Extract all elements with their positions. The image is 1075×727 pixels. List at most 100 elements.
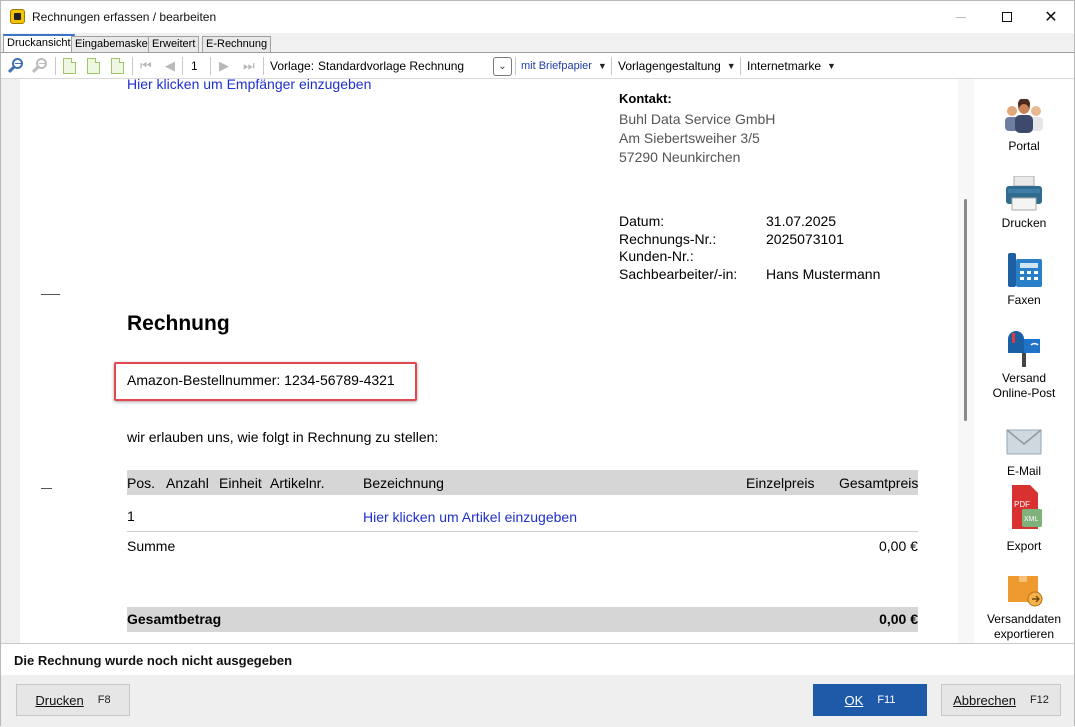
two-page-view-button[interactable]: [87, 56, 100, 76]
intro-text: wir erlauben uns, wie folgt in Rechnung …: [127, 429, 439, 445]
print-button[interactable]: Drucken F8: [16, 684, 130, 716]
meta-invoice-no-label: Rechnungs-Nr.:: [619, 231, 717, 247]
scrollbar-thumb[interactable]: [964, 199, 967, 421]
total-value: 0,00 €: [879, 611, 918, 627]
print-side-button[interactable]: Drucken: [974, 175, 1074, 230]
print-shortcut: F8: [97, 694, 111, 706]
template-label: Vorlage:: [270, 59, 315, 73]
export-label: Export: [1006, 539, 1042, 553]
vertical-scrollbar[interactable]: [958, 79, 974, 643]
col-einzelpreis: Einzelpreis: [746, 475, 815, 491]
contact-street: Am Siebertsweiher 3/5: [619, 130, 760, 146]
stamp-dropdown[interactable]: Internetmarke ▼: [747, 56, 836, 76]
shipping-export-button[interactable]: Versanddaten exportieren: [974, 572, 1074, 642]
minimize-icon: [956, 16, 966, 18]
invoice-page: Hier klicken um Empfänger einzugeben Kon…: [20, 79, 958, 643]
email-label: E-Mail: [1006, 464, 1041, 478]
zoom-out-button[interactable]: [7, 56, 25, 76]
sum-value: 0,00 €: [879, 538, 918, 554]
ok-button-label: OK: [844, 692, 864, 708]
printer-icon: [1004, 175, 1044, 212]
fax-icon: [1004, 253, 1044, 289]
template-select[interactable]: Standardvorlage Rechnung: [318, 56, 464, 76]
tab-bar: Druckansicht Eingabemaske Erweitert E-Re…: [1, 33, 1074, 53]
meta-customer-no-label: Kunden-Nr.:: [619, 248, 694, 264]
invoice-window: Rechnungen erfassen / bearbeiten ✕ Druck…: [0, 0, 1075, 727]
sum-label: Summe: [127, 538, 176, 554]
portal-label: Portal: [1008, 139, 1040, 153]
ok-button[interactable]: OK F11: [813, 684, 927, 716]
cancel-shortcut: F12: [1029, 694, 1049, 706]
items-table-header: Pos. Anzahl Einheit Artikelnr. Bezeichnu…: [127, 470, 918, 495]
maximize-button[interactable]: [984, 1, 1030, 33]
envelope-icon: [1004, 424, 1044, 460]
design-dropdown[interactable]: Vorlagengestaltung ▼: [618, 56, 736, 76]
last-page-button[interactable]: ⏭: [243, 56, 255, 76]
action-sidebar: Portal Drucken Faxen Versand Online-Post…: [974, 79, 1074, 643]
template-dropdown-button[interactable]: ⌄: [493, 57, 512, 76]
window-title: Rechnungen erfassen / bearbeiten: [32, 10, 217, 24]
page-icon: [87, 58, 100, 74]
portal-button[interactable]: Portal: [974, 99, 1074, 153]
letterhead-dropdown[interactable]: mit Briefpapier ▼: [521, 56, 607, 76]
fax-button[interactable]: Faxen: [974, 253, 1074, 307]
title-bar: Rechnungen erfassen / bearbeiten ✕: [1, 1, 1074, 33]
tab-erweitert[interactable]: Erweitert: [148, 36, 200, 53]
prev-page-button[interactable]: ◀: [165, 56, 175, 76]
toolbar: ⏮ ◀ 1 ▶ ⏭ Vorlage: Standardvorlage Rechn…: [1, 52, 1074, 79]
first-page-view-button[interactable]: [63, 56, 76, 76]
meta-invoice-no-value: 2025073101: [766, 231, 844, 247]
recipient-link[interactable]: Hier klicken um Empfänger einzugeben: [127, 79, 371, 92]
email-button[interactable]: E-Mail: [974, 424, 1074, 478]
article-link[interactable]: Hier klicken um Artikel einzugeben: [363, 509, 577, 525]
pdf-xml-icon: PDF XML: [1004, 483, 1044, 535]
total-row: Gesamtbetrag 0,00 €: [127, 607, 918, 632]
cancel-button[interactable]: Abbrechen F12: [941, 684, 1061, 716]
meta-date-label: Datum:: [619, 213, 665, 229]
invoice-heading: Rechnung: [127, 312, 230, 335]
fax-label: Faxen: [1007, 293, 1041, 307]
row-divider: [127, 531, 918, 532]
dialog-footer: Drucken F8 OK F11 Abbrechen F12: [1, 675, 1074, 727]
punch-mark: [41, 488, 52, 489]
contact-city: 57290 Neunkirchen: [619, 149, 741, 165]
online-post-label: Versand Online-Post: [992, 371, 1056, 400]
zoom-in-button[interactable]: [31, 56, 49, 76]
col-gesamtpreis: Gesamtpreis: [839, 475, 919, 491]
skip-forward-icon: ⏭: [243, 58, 255, 73]
page-icon: [63, 58, 76, 74]
tab-eingabemaske[interactable]: Eingabemaske: [71, 36, 152, 53]
col-artikelnr: Artikelnr.: [270, 475, 325, 491]
print-side-label: Drucken: [1001, 216, 1047, 230]
prev-icon: ◀: [165, 58, 175, 73]
zoom-in-icon: [31, 57, 49, 75]
multi-page-view-button[interactable]: [111, 56, 124, 76]
export-button[interactable]: PDF XML Export: [974, 483, 1074, 553]
mailbox-icon: [1004, 331, 1044, 367]
meta-clerk-label: Sachbearbeiter/-in:: [619, 266, 738, 282]
people-icon: [1004, 99, 1044, 135]
col-anzahl: Anzahl: [166, 475, 209, 491]
first-page-button[interactable]: ⏮: [140, 56, 152, 76]
shipping-export-label: Versanddaten exportieren: [986, 612, 1062, 641]
tab-druckansicht[interactable]: Druckansicht: [3, 34, 75, 53]
next-page-button[interactable]: ▶: [219, 56, 229, 76]
fold-mark: [41, 294, 60, 295]
status-message: Die Rechnung wurde noch nicht ausgegeben: [14, 653, 293, 668]
total-label: Gesamtbetrag: [127, 611, 222, 627]
meta-clerk-value: Hans Mustermann: [766, 266, 881, 282]
maximize-icon: [1002, 12, 1012, 22]
page-number-field[interactable]: 1: [191, 56, 198, 76]
col-pos: Pos.: [127, 475, 156, 491]
app-logo-icon: [10, 9, 25, 24]
minimize-button[interactable]: [938, 1, 984, 33]
order-number-highlight: [114, 362, 417, 401]
svg-text:PDF: PDF: [1014, 500, 1030, 509]
tab-e-rechnung[interactable]: E-Rechnung: [202, 36, 272, 53]
online-post-button[interactable]: Versand Online-Post: [974, 331, 1074, 401]
page-icon: [111, 58, 124, 74]
row-pos: 1: [127, 508, 135, 524]
close-button[interactable]: ✕: [1028, 1, 1074, 33]
status-bar: Die Rechnung wurde noch nicht ausgegeben: [1, 643, 1074, 675]
zoom-out-icon: [7, 57, 25, 75]
